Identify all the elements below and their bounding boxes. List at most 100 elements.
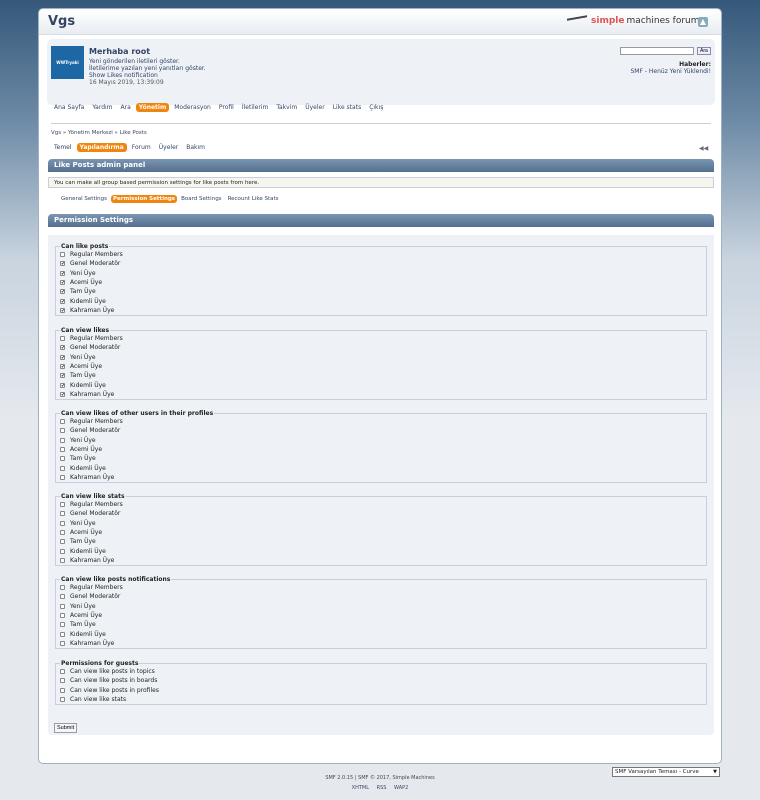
footer-copyright[interactable]: SMF 2.0.15 | SMF © 2017, Simple Machines [0, 775, 760, 781]
unchecked-checkbox[interactable] [60, 613, 65, 619]
permission-row[interactable]: Regular Members [60, 250, 702, 259]
permission-row[interactable]: Kahraman Üye [60, 473, 702, 482]
tab-board-settings[interactable]: Board Settings [179, 195, 223, 203]
unchecked-checkbox[interactable] [60, 437, 65, 443]
nav-moderation[interactable]: Moderasyon [171, 103, 214, 112]
permission-row[interactable]: ✔ Tam Üye [60, 287, 702, 296]
unchecked-checkbox[interactable] [60, 419, 65, 425]
unchecked-checkbox[interactable] [60, 428, 65, 434]
permission-row[interactable]: Acemi Üye [60, 528, 702, 537]
nav-profile[interactable]: Profil [216, 103, 237, 112]
subnav-forum[interactable]: Forum [129, 143, 154, 152]
nav-messages[interactable]: İletilerim [239, 103, 271, 112]
unchecked-checkbox[interactable] [60, 530, 65, 536]
permission-row[interactable]: ✔ Yeni Üye [60, 269, 702, 278]
footer-link-wap2[interactable]: WAP2 [394, 785, 408, 791]
checked-checkbox[interactable]: ✔ [60, 382, 65, 388]
avatar[interactable]: WWTryaki [51, 46, 84, 79]
unchecked-checkbox[interactable] [60, 687, 65, 693]
unchecked-checkbox[interactable] [60, 678, 65, 684]
unchecked-checkbox[interactable] [60, 548, 65, 554]
unchecked-checkbox[interactable] [60, 622, 65, 628]
permission-row[interactable]: Kıdemli Üye [60, 546, 702, 555]
checked-checkbox[interactable]: ✔ [60, 270, 65, 276]
footer-link-rss[interactable]: RSS [377, 785, 387, 791]
permission-row[interactable]: Acemi Üye [60, 445, 702, 454]
unchecked-checkbox[interactable] [60, 502, 65, 508]
permission-row[interactable]: Kahraman Üye [60, 556, 702, 565]
search-input[interactable] [620, 47, 694, 55]
permission-row[interactable]: Regular Members [60, 334, 702, 343]
nav-members[interactable]: Üyeler [302, 103, 327, 112]
unchecked-checkbox[interactable] [60, 336, 65, 342]
permission-row[interactable]: Yeni Üye [60, 602, 702, 611]
permission-row[interactable]: Tam Üye [60, 454, 702, 463]
permission-row[interactable]: Yeni Üye [60, 436, 702, 445]
permission-row[interactable]: Can view like stats [60, 695, 702, 704]
permission-row[interactable]: Genel Moderatör [60, 592, 702, 601]
permission-row[interactable]: Yeni Üye [60, 519, 702, 528]
collapse-header-icon[interactable]: ▲ [698, 17, 708, 27]
permission-row[interactable]: ✔ Kıdemli Üye [60, 296, 702, 305]
forum-title[interactable]: Vgs [48, 14, 75, 29]
unchecked-checkbox[interactable] [60, 252, 65, 258]
permission-row[interactable]: Regular Members [60, 417, 702, 426]
subnav-maintenance[interactable]: Bakım [183, 143, 208, 152]
permission-row[interactable]: Tam Üye [60, 620, 702, 629]
unchecked-checkbox[interactable] [60, 465, 65, 471]
permission-row[interactable]: ✔ Genel Moderatör [60, 259, 702, 268]
nav-admin[interactable]: Yönetim [135, 103, 170, 112]
unchecked-checkbox[interactable] [60, 631, 65, 637]
tab-permission-settings[interactable]: Permission Settings [110, 195, 178, 203]
permission-row[interactable]: ✔ Genel Moderatör [60, 343, 702, 352]
unchecked-checkbox[interactable] [60, 669, 65, 675]
likes-notification-link[interactable]: Show Likes notification [89, 72, 206, 79]
permission-row[interactable]: Kıdemli Üye [60, 463, 702, 472]
checked-checkbox[interactable]: ✔ [60, 391, 65, 397]
unchecked-checkbox[interactable] [60, 474, 65, 480]
permission-row[interactable]: Regular Members [60, 500, 702, 509]
unchecked-checkbox[interactable] [60, 585, 65, 591]
unchecked-checkbox[interactable] [60, 520, 65, 526]
permission-row[interactable]: ✔ Kahraman Üye [60, 390, 702, 399]
unchecked-checkbox[interactable] [60, 511, 65, 517]
permission-row[interactable]: ✔ Acemi Üye [60, 278, 702, 287]
checked-checkbox[interactable]: ✔ [60, 261, 65, 267]
checked-checkbox[interactable]: ✔ [60, 298, 65, 304]
unread-replies-link[interactable]: İletilerime yazılan yeni yanıtları göste… [89, 65, 206, 72]
permission-row[interactable]: ✔ Kahraman Üye [60, 306, 702, 315]
permission-row[interactable]: Tam Üye [60, 537, 702, 546]
checked-checkbox[interactable]: ✔ [60, 364, 65, 370]
checked-checkbox[interactable]: ✔ [60, 307, 65, 313]
unchecked-checkbox[interactable] [60, 697, 65, 703]
permission-row[interactable]: Can view like posts in boards [60, 676, 702, 685]
checked-checkbox[interactable]: ✔ [60, 280, 65, 286]
permission-row[interactable]: Acemi Üye [60, 611, 702, 620]
permission-row[interactable]: Genel Moderatör [60, 426, 702, 435]
footer-link-xhtml[interactable]: XHTML [352, 785, 369, 791]
permission-row[interactable]: Kahraman Üye [60, 639, 702, 648]
nav-help[interactable]: Yardım [89, 103, 115, 112]
subnav-configuration[interactable]: Yapılandırma [76, 143, 127, 152]
unchecked-checkbox[interactable] [60, 557, 65, 563]
permission-row[interactable]: Can view like posts in profiles [60, 686, 702, 695]
permission-row[interactable]: ✔ Tam Üye [60, 371, 702, 380]
unchecked-checkbox[interactable] [60, 640, 65, 646]
unchecked-checkbox[interactable] [60, 603, 65, 609]
unchecked-checkbox[interactable] [60, 539, 65, 545]
permission-row[interactable]: ✔ Yeni Üye [60, 353, 702, 362]
unchecked-checkbox[interactable] [60, 447, 65, 453]
unchecked-checkbox[interactable] [60, 456, 65, 462]
checked-checkbox[interactable]: ✔ [60, 345, 65, 351]
checked-checkbox[interactable]: ✔ [60, 289, 65, 295]
permission-row[interactable]: Genel Moderatör [60, 509, 702, 518]
checked-checkbox[interactable]: ✔ [60, 354, 65, 360]
search-button[interactable]: Ara [697, 47, 711, 55]
nav-logout[interactable]: Çıkış [366, 103, 386, 112]
permission-row[interactable]: Kıdemli Üye [60, 629, 702, 638]
nav-search[interactable]: Ara [118, 103, 134, 112]
unchecked-checkbox[interactable] [60, 594, 65, 600]
submit-button[interactable]: Submit [54, 723, 78, 733]
breadcrumb[interactable]: Vgs » Yönetim Merkezi » Like Posts [51, 130, 147, 136]
permission-row[interactable]: ✔ Acemi Üye [60, 362, 702, 371]
